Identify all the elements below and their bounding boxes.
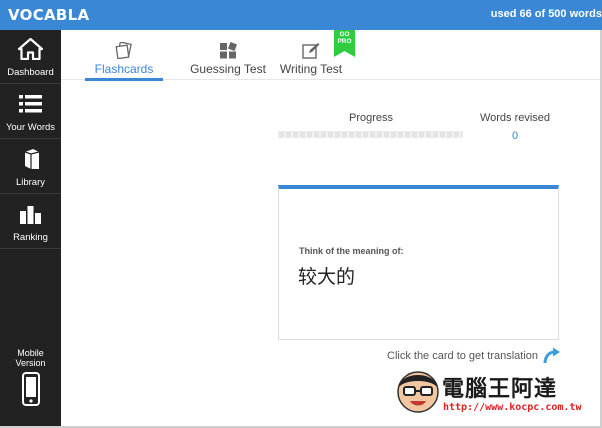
tab-bar: Flashcards Guessing Test Writing Test xyxy=(61,30,602,81)
go-pro-text: GO PRO xyxy=(334,31,355,45)
flashcards-icon xyxy=(115,42,132,59)
badge-line-go: GO xyxy=(339,31,350,38)
go-pro-badge[interactable]: GO PRO xyxy=(334,30,355,57)
badge-line-pro: PRO xyxy=(337,38,352,45)
translation-hint: Click the card to get translation xyxy=(387,350,539,362)
tab-label: Writing Test xyxy=(279,62,343,76)
sidebar-item-your-words[interactable]: Your Words xyxy=(0,85,61,139)
flashcard[interactable]: Think of the meaning of: 较大的 xyxy=(278,185,559,340)
words-revised-label: Words revised xyxy=(479,112,551,124)
sidebar-item-ranking[interactable]: Ranking xyxy=(0,195,61,249)
tiles-icon xyxy=(220,42,237,59)
sidebar-item-label: Dashboard xyxy=(7,67,54,78)
sidebar-item-label: Ranking xyxy=(13,232,48,243)
watermark-title: 電腦王阿達 xyxy=(442,377,558,402)
phone-icon xyxy=(21,372,40,406)
sidebar-item-library[interactable]: Library xyxy=(0,140,61,194)
curved-arrow-icon xyxy=(543,347,560,363)
watermark: 電腦王阿達 http://www.kocpc.com.tw xyxy=(395,365,600,425)
home-icon xyxy=(18,38,43,60)
tab-flashcards[interactable]: Flashcards xyxy=(85,30,163,81)
sidebar-item-dashboard[interactable]: Dashboard xyxy=(0,30,61,84)
app-logo[interactable]: VOCABLA xyxy=(8,6,89,24)
pencil-icon xyxy=(302,43,320,59)
progress-bar xyxy=(278,131,463,138)
words-revised-count[interactable]: 0 xyxy=(470,130,560,142)
tab-label: Flashcards xyxy=(94,62,154,76)
bar-chart-icon xyxy=(20,206,41,224)
progress-label: Progress xyxy=(348,112,394,124)
mobile-label-line1: Mobile xyxy=(17,348,44,358)
mobile-label-line2: Version xyxy=(15,358,46,368)
tab-guessing-test[interactable]: Guessing Test xyxy=(178,30,278,80)
watermark-url: http://www.kocpc.com.tw xyxy=(443,402,582,413)
sidebar-item-label: Library xyxy=(15,177,46,188)
mascot-face-icon xyxy=(397,371,439,413)
top-bar: VOCABLA used 66 of 500 words xyxy=(0,0,602,30)
tab-label: Guessing Test xyxy=(190,62,266,76)
mobile-version-link[interactable]: Mobile Version xyxy=(0,348,61,406)
card-prompt: Think of the meaning of: xyxy=(299,246,404,256)
sidebar-item-label: Your Words xyxy=(5,122,56,133)
sidebar: Dashboard Your Words Library Ranking Mob… xyxy=(0,30,61,428)
list-icon xyxy=(19,95,42,113)
card-word: 较大的 xyxy=(298,266,356,288)
books-icon xyxy=(24,149,40,169)
usage-counter: used 66 of 500 words xyxy=(490,8,602,20)
